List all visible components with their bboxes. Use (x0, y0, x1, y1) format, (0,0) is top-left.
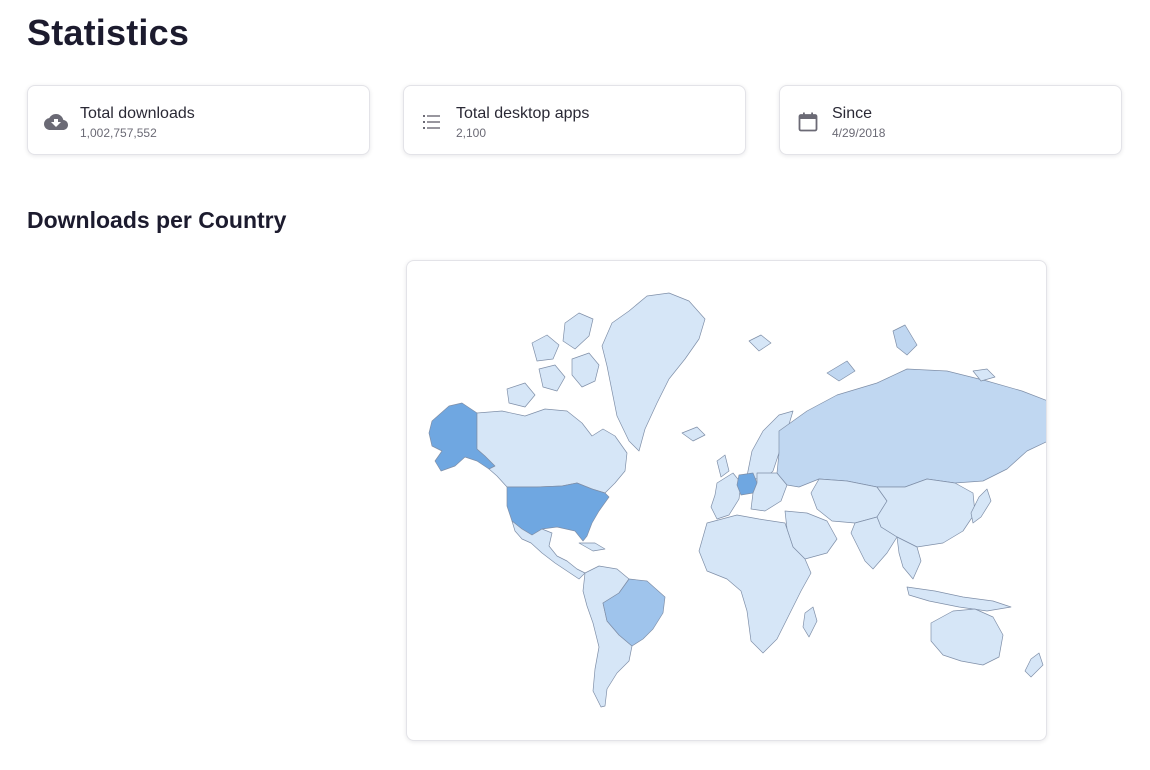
statistics-page: Statistics Total downloads 1,002,757,552 (0, 0, 1150, 770)
stat-card-since: Since 4/29/2018 (779, 85, 1122, 155)
stat-label: Total downloads (80, 105, 195, 122)
map-country-greenland[interactable] (601, 292, 706, 452)
map-country-indonesia[interactable] (906, 586, 1012, 612)
map-country-united-kingdom[interactable] (716, 454, 730, 478)
map-country-canada-islands[interactable] (506, 382, 536, 408)
list-icon (420, 110, 444, 134)
world-map (428, 292, 1047, 708)
map-country-canada-islands[interactable] (538, 364, 566, 392)
stat-card-total-downloads: Total downloads 1,002,757,552 (27, 85, 370, 155)
stat-label: Total desktop apps (456, 105, 590, 122)
map-country-madagascar[interactable] (802, 606, 818, 638)
map-country-canada-islands[interactable] (531, 334, 560, 362)
stat-label: Since (832, 105, 873, 122)
map-country-new-zealand[interactable] (1024, 652, 1044, 678)
map-country-cuba[interactable] (578, 542, 606, 552)
stat-value: 2,100 (456, 126, 487, 140)
calendar-icon (796, 110, 820, 134)
map-country-russia[interactable] (776, 368, 1047, 488)
page-title: Statistics (27, 12, 190, 53)
downloads-per-country-heading: Downloads per Country (27, 207, 287, 233)
map-country-europe[interactable] (710, 472, 742, 520)
world-map-card (406, 260, 1047, 741)
stat-value: 1,002,757,552 (80, 126, 157, 140)
stat-value: 4/29/2018 (832, 126, 886, 140)
map-country-canada[interactable] (476, 408, 628, 494)
map-country-canada-islands[interactable] (571, 352, 600, 388)
map-country-russia-arctic[interactable] (892, 324, 918, 356)
stat-card-total-desktop-apps: Total desktop apps 2,100 (403, 85, 746, 155)
map-country-svalbard[interactable] (748, 334, 772, 352)
map-country-iceland[interactable] (681, 426, 706, 442)
cloud-download-icon (44, 110, 68, 134)
map-country-russia-arctic[interactable] (826, 360, 856, 382)
map-country-canada-islands[interactable] (562, 312, 594, 350)
stats-cards: Total downloads 1,002,757,552 Total desk… (27, 85, 1123, 157)
map-country-australia[interactable] (930, 608, 1004, 666)
